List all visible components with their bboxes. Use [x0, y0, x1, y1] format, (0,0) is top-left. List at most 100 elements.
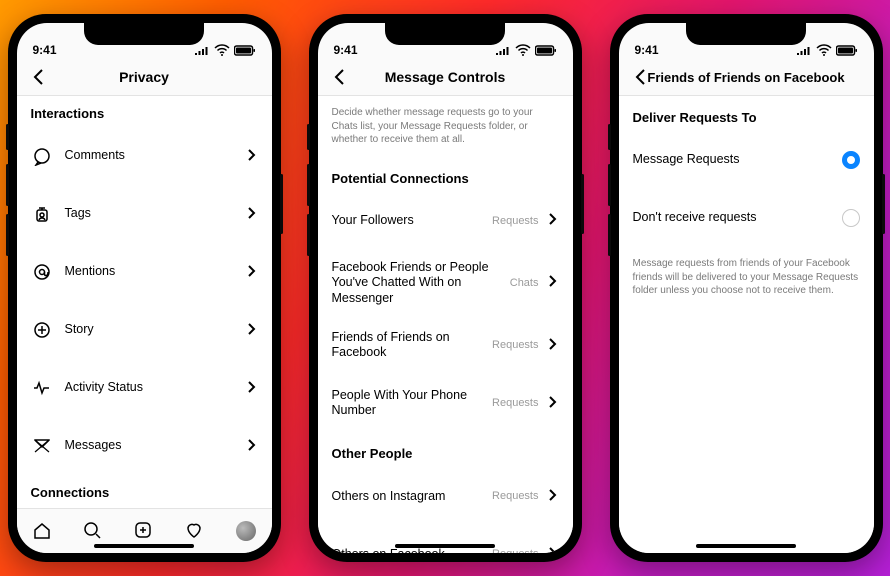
tab-home[interactable]	[17, 509, 68, 553]
page-title: Friends of Friends on Facebook	[647, 70, 844, 85]
row-label: Activity Status	[65, 380, 244, 396]
signal-icon	[796, 44, 812, 56]
chevron-right-icon	[244, 437, 258, 453]
settings-list[interactable]: Interactions Comments Tags Mentions Stor…	[17, 96, 272, 508]
status-time: 9:41	[635, 43, 659, 57]
row-label: Comments	[65, 148, 244, 164]
status-time: 9:41	[334, 43, 358, 57]
notch	[385, 23, 505, 45]
row-label: Messages	[65, 438, 244, 454]
chevron-right-icon	[545, 487, 559, 503]
row-others-facebook[interactable]: Others on Facebook Requests	[318, 525, 573, 553]
back-button[interactable]	[627, 59, 655, 95]
avatar-icon	[236, 521, 256, 541]
chevron-right-icon	[244, 147, 258, 163]
mention-icon	[32, 262, 52, 282]
phone-privacy: 9:41 Privacy Interactions Comments Tags	[8, 14, 281, 562]
notch	[686, 23, 806, 45]
chevron-right-icon	[545, 211, 559, 227]
home-icon	[31, 520, 53, 542]
row-activity-status[interactable]: Activity Status	[17, 359, 272, 417]
home-indicator[interactable]	[696, 544, 796, 548]
phone-friends-of-friends: 9:41 Friends of Friends on Facebook Deli…	[610, 14, 883, 562]
wifi-icon	[515, 43, 531, 57]
notch	[84, 23, 204, 45]
option-dont-receive[interactable]: Don't receive requests	[619, 189, 874, 247]
row-label: Mentions	[65, 264, 244, 280]
home-indicator[interactable]	[94, 544, 194, 548]
section-deliver-to: Deliver Requests To	[619, 96, 874, 131]
chevron-right-icon	[545, 273, 559, 289]
chevron-right-icon	[545, 336, 559, 352]
row-facebook-friends[interactable]: Facebook Friends or People You've Chatte…	[318, 250, 573, 317]
battery-icon	[836, 44, 858, 57]
messages-icon	[32, 436, 52, 456]
row-story[interactable]: Story	[17, 301, 272, 359]
row-others-instagram[interactable]: Others on Instagram Requests	[318, 467, 573, 525]
section-other-people: Other People	[318, 432, 573, 467]
chevron-right-icon	[244, 205, 258, 221]
chevron-left-icon	[330, 66, 350, 88]
option-message-requests[interactable]: Message Requests	[619, 131, 874, 189]
row-label: Friends of Friends on Facebook	[332, 330, 493, 361]
signal-icon	[194, 44, 210, 56]
tag-icon	[32, 204, 52, 224]
navbar: Privacy	[17, 59, 272, 96]
wifi-icon	[214, 43, 230, 57]
chevron-left-icon	[29, 66, 49, 88]
row-value: Requests	[492, 215, 538, 227]
row-label: Story	[65, 322, 244, 338]
activity-icon	[32, 378, 52, 398]
row-messages[interactable]: Messages	[17, 417, 272, 475]
add-icon	[133, 520, 155, 542]
chevron-right-icon	[545, 545, 559, 553]
row-value: Requests	[492, 397, 538, 409]
row-mentions[interactable]: Mentions	[17, 243, 272, 301]
search-icon	[82, 520, 104, 542]
chevron-left-icon	[631, 66, 651, 88]
signal-icon	[495, 44, 511, 56]
chevron-right-icon	[244, 263, 258, 279]
wifi-icon	[816, 43, 832, 57]
row-value: Chats	[510, 277, 539, 289]
heart-icon	[184, 520, 206, 542]
page-title: Message Controls	[385, 69, 506, 85]
row-friends-of-friends[interactable]: Friends of Friends on Facebook Requests	[318, 316, 573, 374]
option-label: Don't receive requests	[633, 210, 842, 226]
row-value: Requests	[492, 339, 538, 351]
battery-icon	[234, 44, 256, 57]
status-time: 9:41	[33, 43, 57, 57]
option-label: Message Requests	[633, 152, 842, 168]
radio-checked-icon	[842, 151, 860, 169]
comment-icon	[32, 146, 52, 166]
row-value: Requests	[492, 548, 538, 553]
row-label: Others on Instagram	[332, 489, 493, 505]
row-your-followers[interactable]: Your Followers Requests	[318, 192, 573, 250]
footnote: Message requests from friends of your Fa…	[619, 247, 874, 308]
back-button[interactable]	[326, 59, 354, 95]
row-value: Requests	[492, 490, 538, 502]
tab-profile[interactable]	[221, 509, 272, 553]
story-icon	[32, 320, 52, 340]
settings-list[interactable]: Decide whether message requests go to yo…	[318, 96, 573, 553]
section-potential-connections: Potential Connections	[318, 157, 573, 192]
row-label: Facebook Friends or People You've Chatte…	[332, 260, 510, 307]
section-connections: Connections	[17, 475, 272, 506]
intro-text: Decide whether message requests go to yo…	[318, 96, 573, 157]
home-indicator[interactable]	[395, 544, 495, 548]
navbar: Message Controls	[318, 59, 573, 96]
navbar: Friends of Friends on Facebook	[619, 59, 874, 96]
row-phone-number[interactable]: People With Your Phone Number Requests	[318, 374, 573, 432]
page-title: Privacy	[119, 69, 169, 85]
chevron-right-icon	[545, 394, 559, 410]
settings-list[interactable]: Deliver Requests To Message Requests Don…	[619, 96, 874, 553]
row-tags[interactable]: Tags	[17, 185, 272, 243]
row-comments[interactable]: Comments	[17, 127, 272, 185]
chevron-right-icon	[244, 321, 258, 337]
battery-icon	[535, 44, 557, 57]
chevron-right-icon	[244, 379, 258, 395]
row-label: Tags	[65, 206, 244, 222]
back-button[interactable]	[25, 59, 53, 95]
row-label: People With Your Phone Number	[332, 388, 493, 419]
radio-unchecked-icon	[842, 209, 860, 227]
